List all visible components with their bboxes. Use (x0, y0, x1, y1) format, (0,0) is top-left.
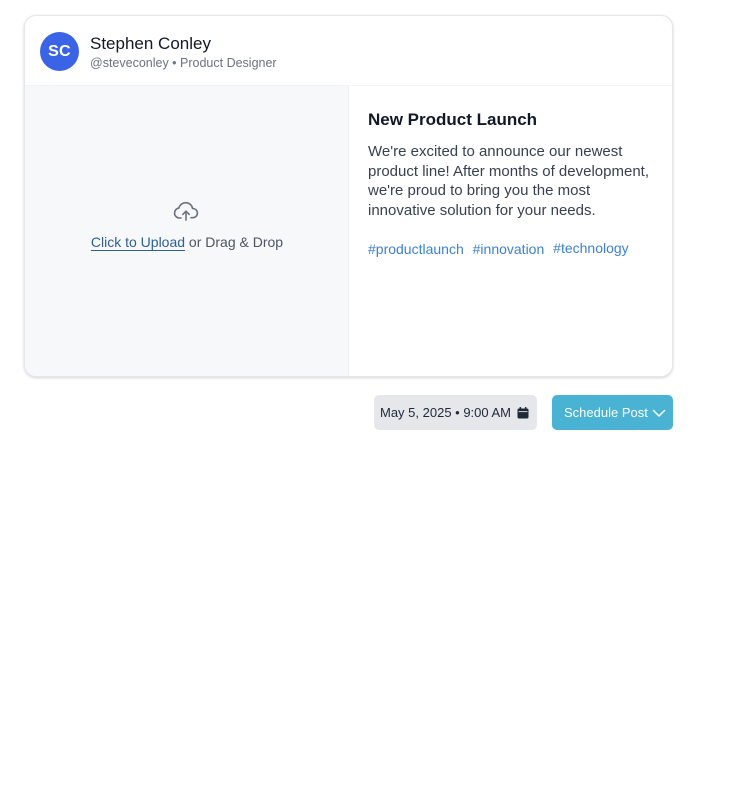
post-card: SC Stephen Conley @steveconley • Product… (24, 15, 673, 377)
hashtag-innovation[interactable]: #innovation (473, 241, 545, 257)
schedule-post-label: Schedule Post (564, 405, 648, 420)
post-body: We're excited to announce our newest pro… (368, 143, 649, 219)
chevron-down-icon[interactable] (652, 408, 666, 418)
hashtag-list: #productlaunch #innovation #technology (368, 240, 668, 257)
schedule-datetime-picker[interactable]: May 5, 2025 • 9:00 AM (374, 395, 537, 430)
schedule-datetime: May 5, 2025 • 9:00 AM (380, 405, 512, 420)
drag-drop-text: or Drag & Drop (185, 234, 284, 250)
avatar: SC (40, 32, 79, 71)
cloud-upload-icon (173, 201, 199, 221)
hashtag-technology[interactable]: #technology (553, 240, 629, 256)
user-handle-role: @steveconley • Product Designer (90, 56, 277, 70)
schedule-post-button[interactable]: Schedule Post (552, 395, 673, 430)
post-content: New Product Launch We're excited to anno… (349, 86, 672, 376)
calendar-icon (517, 406, 529, 418)
post-title: New Product Launch (368, 110, 538, 129)
user-name: Stephen Conley (90, 34, 211, 53)
post-header: SC Stephen Conley @steveconley • Product… (25, 16, 672, 86)
media-upload-area[interactable]: Click to Upload or Drag & Drop (25, 86, 349, 376)
upload-instructions: Click to Upload or Drag & Drop (25, 234, 349, 250)
click-to-upload-link[interactable]: Click to Upload (91, 234, 185, 250)
hashtag-productlaunch[interactable]: #productlaunch (368, 241, 464, 257)
